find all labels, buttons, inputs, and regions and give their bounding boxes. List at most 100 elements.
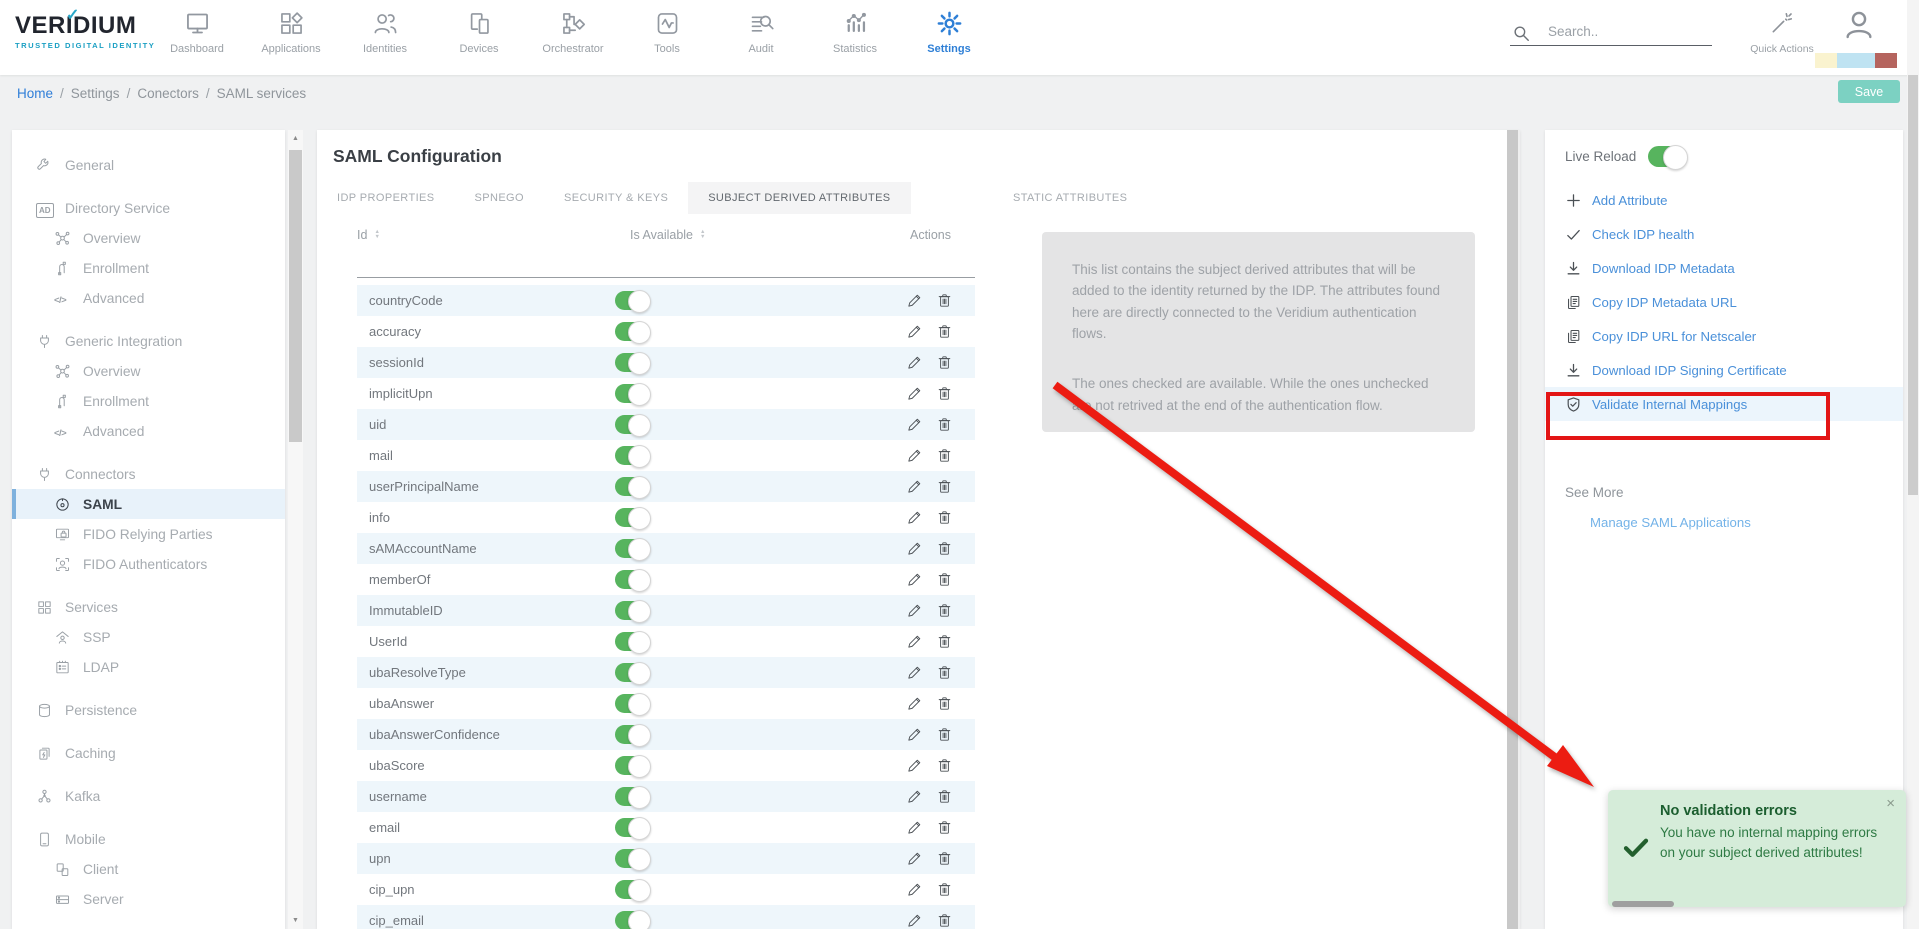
tab-subject-derived-attributes[interactable]: SUBJECT DERIVED ATTRIBUTES [688, 182, 910, 214]
sidebar-item-general[interactable]: General [12, 150, 285, 180]
delete-icon[interactable] [936, 385, 953, 402]
is-available-toggle[interactable] [615, 353, 649, 372]
tab-static-attributes[interactable]: STATIC ATTRIBUTES [993, 182, 1147, 214]
user-avatar-icon[interactable] [1842, 8, 1876, 42]
scrollbar-thumb[interactable] [1507, 130, 1518, 929]
edit-icon[interactable] [906, 292, 923, 309]
action-add-attribute[interactable]: Add Attribute [1545, 183, 1903, 217]
edit-icon[interactable] [906, 447, 923, 464]
nav-item-tools[interactable]: Tools [620, 6, 714, 55]
sidebar-item-overview[interactable]: Overview [12, 223, 285, 253]
delete-icon[interactable] [936, 664, 953, 681]
scroll-up-icon[interactable]: ▲ [288, 135, 303, 142]
tab-security-keys[interactable]: SECURITY & KEYS [544, 182, 688, 214]
sidebar-item-services[interactable]: Services [12, 592, 285, 622]
action-validate-internal-mappings[interactable]: Validate Internal Mappings [1545, 387, 1903, 421]
main-panel-scrollbar[interactable] [1507, 130, 1520, 929]
breadcrumb-item-settings[interactable]: Settings [71, 86, 120, 101]
delete-icon[interactable] [936, 912, 953, 929]
edit-icon[interactable] [906, 788, 923, 805]
sidebar-item-directory-service[interactable]: ADDirectory Service [12, 193, 285, 223]
delete-icon[interactable] [936, 292, 953, 309]
delete-icon[interactable] [936, 478, 953, 495]
nav-item-dashboard[interactable]: Dashboard [150, 6, 244, 55]
sidebar-item-persistence[interactable]: Persistence [12, 695, 285, 725]
edit-icon[interactable] [906, 540, 923, 557]
action-copy-idp-metadata-url[interactable]: Copy IDP Metadata URL [1545, 285, 1903, 319]
sidebar-item-mobile[interactable]: Mobile [12, 824, 285, 854]
action-download-idp-metadata[interactable]: Download IDP Metadata [1545, 251, 1903, 285]
edit-icon[interactable] [906, 385, 923, 402]
delete-icon[interactable] [936, 695, 953, 712]
sidebar-item-connectors[interactable]: Connectors [12, 459, 285, 489]
delete-icon[interactable] [936, 788, 953, 805]
nav-item-devices[interactable]: Devices [432, 6, 526, 55]
is-available-toggle[interactable] [615, 477, 649, 496]
sidebar-item-advanced[interactable]: </>Advanced [12, 283, 285, 313]
edit-icon[interactable] [906, 354, 923, 371]
delete-icon[interactable] [936, 726, 953, 743]
edit-icon[interactable] [906, 819, 923, 836]
is-available-toggle[interactable] [615, 756, 649, 775]
scrollbar-thumb[interactable] [289, 150, 302, 442]
sidebar-item-overview[interactable]: Overview [12, 356, 285, 386]
save-button[interactable]: Save [1838, 80, 1900, 103]
nav-item-orchestrator[interactable]: Orchestrator [526, 6, 620, 55]
delete-icon[interactable] [936, 354, 953, 371]
page-scrollbar[interactable] [1907, 0, 1919, 929]
sidebar-item-saml[interactable]: SAML [12, 489, 285, 519]
is-available-toggle[interactable] [615, 911, 649, 929]
is-available-toggle[interactable] [615, 818, 649, 837]
breadcrumb-item-home[interactable]: Home [17, 86, 53, 101]
edit-icon[interactable] [906, 323, 923, 340]
sidebar-item-generic-integration[interactable]: Generic Integration [12, 326, 285, 356]
edit-icon[interactable] [906, 726, 923, 743]
delete-icon[interactable] [936, 881, 953, 898]
is-available-toggle[interactable] [615, 539, 649, 558]
is-available-toggle[interactable] [615, 570, 649, 589]
delete-icon[interactable] [936, 757, 953, 774]
sidebar-item-ldap[interactable]: LDAP [12, 652, 285, 682]
sidebar-item-fido-authenticators[interactable]: FIDO Authenticators [12, 549, 285, 579]
delete-icon[interactable] [936, 323, 953, 340]
is-available-toggle[interactable] [615, 384, 649, 403]
sidebar-item-fido-relying-parties[interactable]: FIDO Relying Parties [12, 519, 285, 549]
search-input[interactable] [1510, 22, 1712, 46]
column-header-id[interactable]: Id▲▼ [357, 228, 380, 242]
delete-icon[interactable] [936, 571, 953, 588]
delete-icon[interactable] [936, 819, 953, 836]
edit-icon[interactable] [906, 757, 923, 774]
nav-item-identities[interactable]: Identities [338, 6, 432, 55]
edit-icon[interactable] [906, 478, 923, 495]
is-available-toggle[interactable] [615, 725, 649, 744]
nav-item-audit[interactable]: Audit [714, 6, 808, 55]
is-available-toggle[interactable] [615, 322, 649, 341]
is-available-toggle[interactable] [615, 849, 649, 868]
edit-icon[interactable] [906, 571, 923, 588]
delete-icon[interactable] [936, 416, 953, 433]
edit-icon[interactable] [906, 633, 923, 650]
is-available-toggle[interactable] [615, 880, 649, 899]
edit-icon[interactable] [906, 664, 923, 681]
action-check-idp-health[interactable]: Check IDP health [1545, 217, 1903, 251]
edit-icon[interactable] [906, 912, 923, 929]
toast-close-icon[interactable]: × [1886, 795, 1895, 812]
edit-icon[interactable] [906, 850, 923, 867]
is-available-toggle[interactable] [615, 632, 649, 651]
sidebar-item-enrollment[interactable]: Enrollment [12, 386, 285, 416]
manage-saml-applications-link[interactable]: Manage SAML Applications [1590, 515, 1751, 530]
delete-icon[interactable] [936, 850, 953, 867]
sidebar-item-caching[interactable]: Caching [12, 738, 285, 768]
is-available-toggle[interactable] [615, 446, 649, 465]
sidebar-item-enrollment[interactable]: Enrollment [12, 253, 285, 283]
is-available-toggle[interactable] [615, 694, 649, 713]
quick-actions-button[interactable]: Quick Actions [1738, 10, 1826, 55]
edit-icon[interactable] [906, 509, 923, 526]
scroll-down-icon[interactable]: ▼ [288, 917, 303, 924]
tab-spnego[interactable]: SPNEGO [455, 182, 544, 214]
sidebar-scrollbar[interactable]: ▲ ▼ [288, 130, 303, 929]
is-available-toggle[interactable] [615, 601, 649, 620]
sidebar-item-client[interactable]: Client [12, 854, 285, 884]
is-available-toggle[interactable] [615, 508, 649, 527]
sidebar-item-advanced[interactable]: </>Advanced [12, 416, 285, 446]
